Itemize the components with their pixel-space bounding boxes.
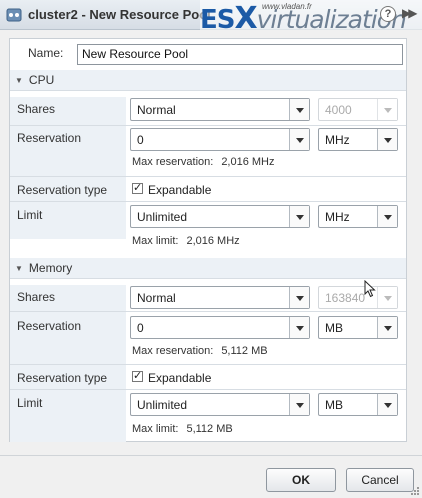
- memory-shares-number: 163840: [318, 286, 398, 309]
- chevron-down-icon[interactable]: [289, 287, 309, 308]
- memory-expandable-label: Expandable: [148, 371, 212, 385]
- memory-shares-label: Shares: [17, 290, 56, 304]
- cpu-max-reservation: Max reservation: 2,016 MHz: [132, 156, 275, 168]
- memory-limit-unit-select[interactable]: MB: [318, 393, 398, 416]
- watermark-logo: ESXvirtualization: [200, 1, 407, 36]
- chevron-down-icon[interactable]: [289, 317, 309, 338]
- memory-max-limit: Max limit: 5,112 MB: [132, 423, 233, 435]
- chevron-down-icon[interactable]: [377, 206, 397, 227]
- memory-max-reservation: Max reservation: 5,112 MB: [132, 345, 268, 357]
- memory-limit-input[interactable]: Unlimited: [130, 393, 310, 416]
- chevron-down-icon[interactable]: [377, 394, 397, 415]
- collapse-triangle-icon[interactable]: ▼: [15, 76, 23, 85]
- cpu-shares-number: 4000: [318, 98, 398, 121]
- cpu-shares-select[interactable]: Normal: [130, 98, 310, 121]
- cpu-limit-label: Limit: [17, 208, 43, 222]
- collapse-triangle-icon[interactable]: ▼: [15, 264, 23, 273]
- chevron-down-icon[interactable]: [377, 129, 397, 150]
- cancel-button[interactable]: Cancel: [346, 468, 414, 492]
- memory-reservation-input[interactable]: 0: [130, 316, 310, 339]
- cpu-reservation-unit-select[interactable]: MHz: [318, 128, 398, 151]
- resource-pool-icon: [6, 8, 22, 22]
- cpu-limit-unit-select[interactable]: MHz: [318, 205, 398, 228]
- chevron-down-icon: [377, 287, 397, 308]
- checkmark-icon: ✓: [133, 370, 143, 382]
- chevron-down-icon[interactable]: [289, 99, 309, 120]
- window-title: cluster2 - New Resource Pool: [28, 7, 211, 22]
- memory-section-header[interactable]: ▼ Memory: [10, 258, 406, 278]
- checkmark-icon: ✓: [133, 182, 143, 194]
- cpu-max-limit: Max limit: 2,016 MHz: [132, 235, 240, 247]
- memory-reservation-label: Reservation: [17, 319, 82, 333]
- expand-icon[interactable]: ▶▶: [402, 6, 418, 20]
- cpu-expandable-label: Expandable: [148, 183, 212, 197]
- memory-shares-select[interactable]: Normal: [130, 286, 310, 309]
- cpu-expandable-checkbox[interactable]: ✓: [132, 182, 143, 194]
- resource-pool-form: Name: New Resource Pool ▼ CPU Shares Norm…: [9, 38, 407, 442]
- cpu-limit-input[interactable]: Unlimited: [130, 205, 310, 228]
- ok-button[interactable]: OK: [266, 468, 336, 492]
- chevron-down-icon[interactable]: [289, 394, 309, 415]
- chevron-down-icon[interactable]: [289, 206, 309, 227]
- memory-limit-label: Limit: [17, 396, 43, 410]
- footer-divider: [0, 455, 422, 456]
- cpu-reservation-label: Reservation: [17, 131, 82, 145]
- cpu-reservation-input[interactable]: 0: [130, 128, 310, 151]
- cpu-section-header[interactable]: ▼ CPU: [10, 70, 406, 90]
- chevron-down-icon[interactable]: [289, 129, 309, 150]
- memory-expandable-checkbox[interactable]: ✓: [132, 370, 143, 382]
- cpu-reservation-type-label: Reservation type: [17, 183, 108, 197]
- help-icon[interactable]: ?: [380, 6, 396, 22]
- cpu-shares-label: Shares: [17, 102, 56, 116]
- memory-reservation-type-label: Reservation type: [17, 371, 108, 385]
- memory-reservation-unit-select[interactable]: MB: [318, 316, 398, 339]
- chevron-down-icon[interactable]: [377, 317, 397, 338]
- chevron-down-icon: [377, 99, 397, 120]
- name-input[interactable]: New Resource Pool: [77, 44, 403, 65]
- name-label: Name:: [28, 46, 64, 60]
- cpu-section-label: CPU: [28, 73, 55, 87]
- memory-section-label: Memory: [28, 261, 73, 275]
- resize-grip-icon[interactable]: [410, 486, 420, 496]
- mouse-pointer-icon: [364, 280, 376, 298]
